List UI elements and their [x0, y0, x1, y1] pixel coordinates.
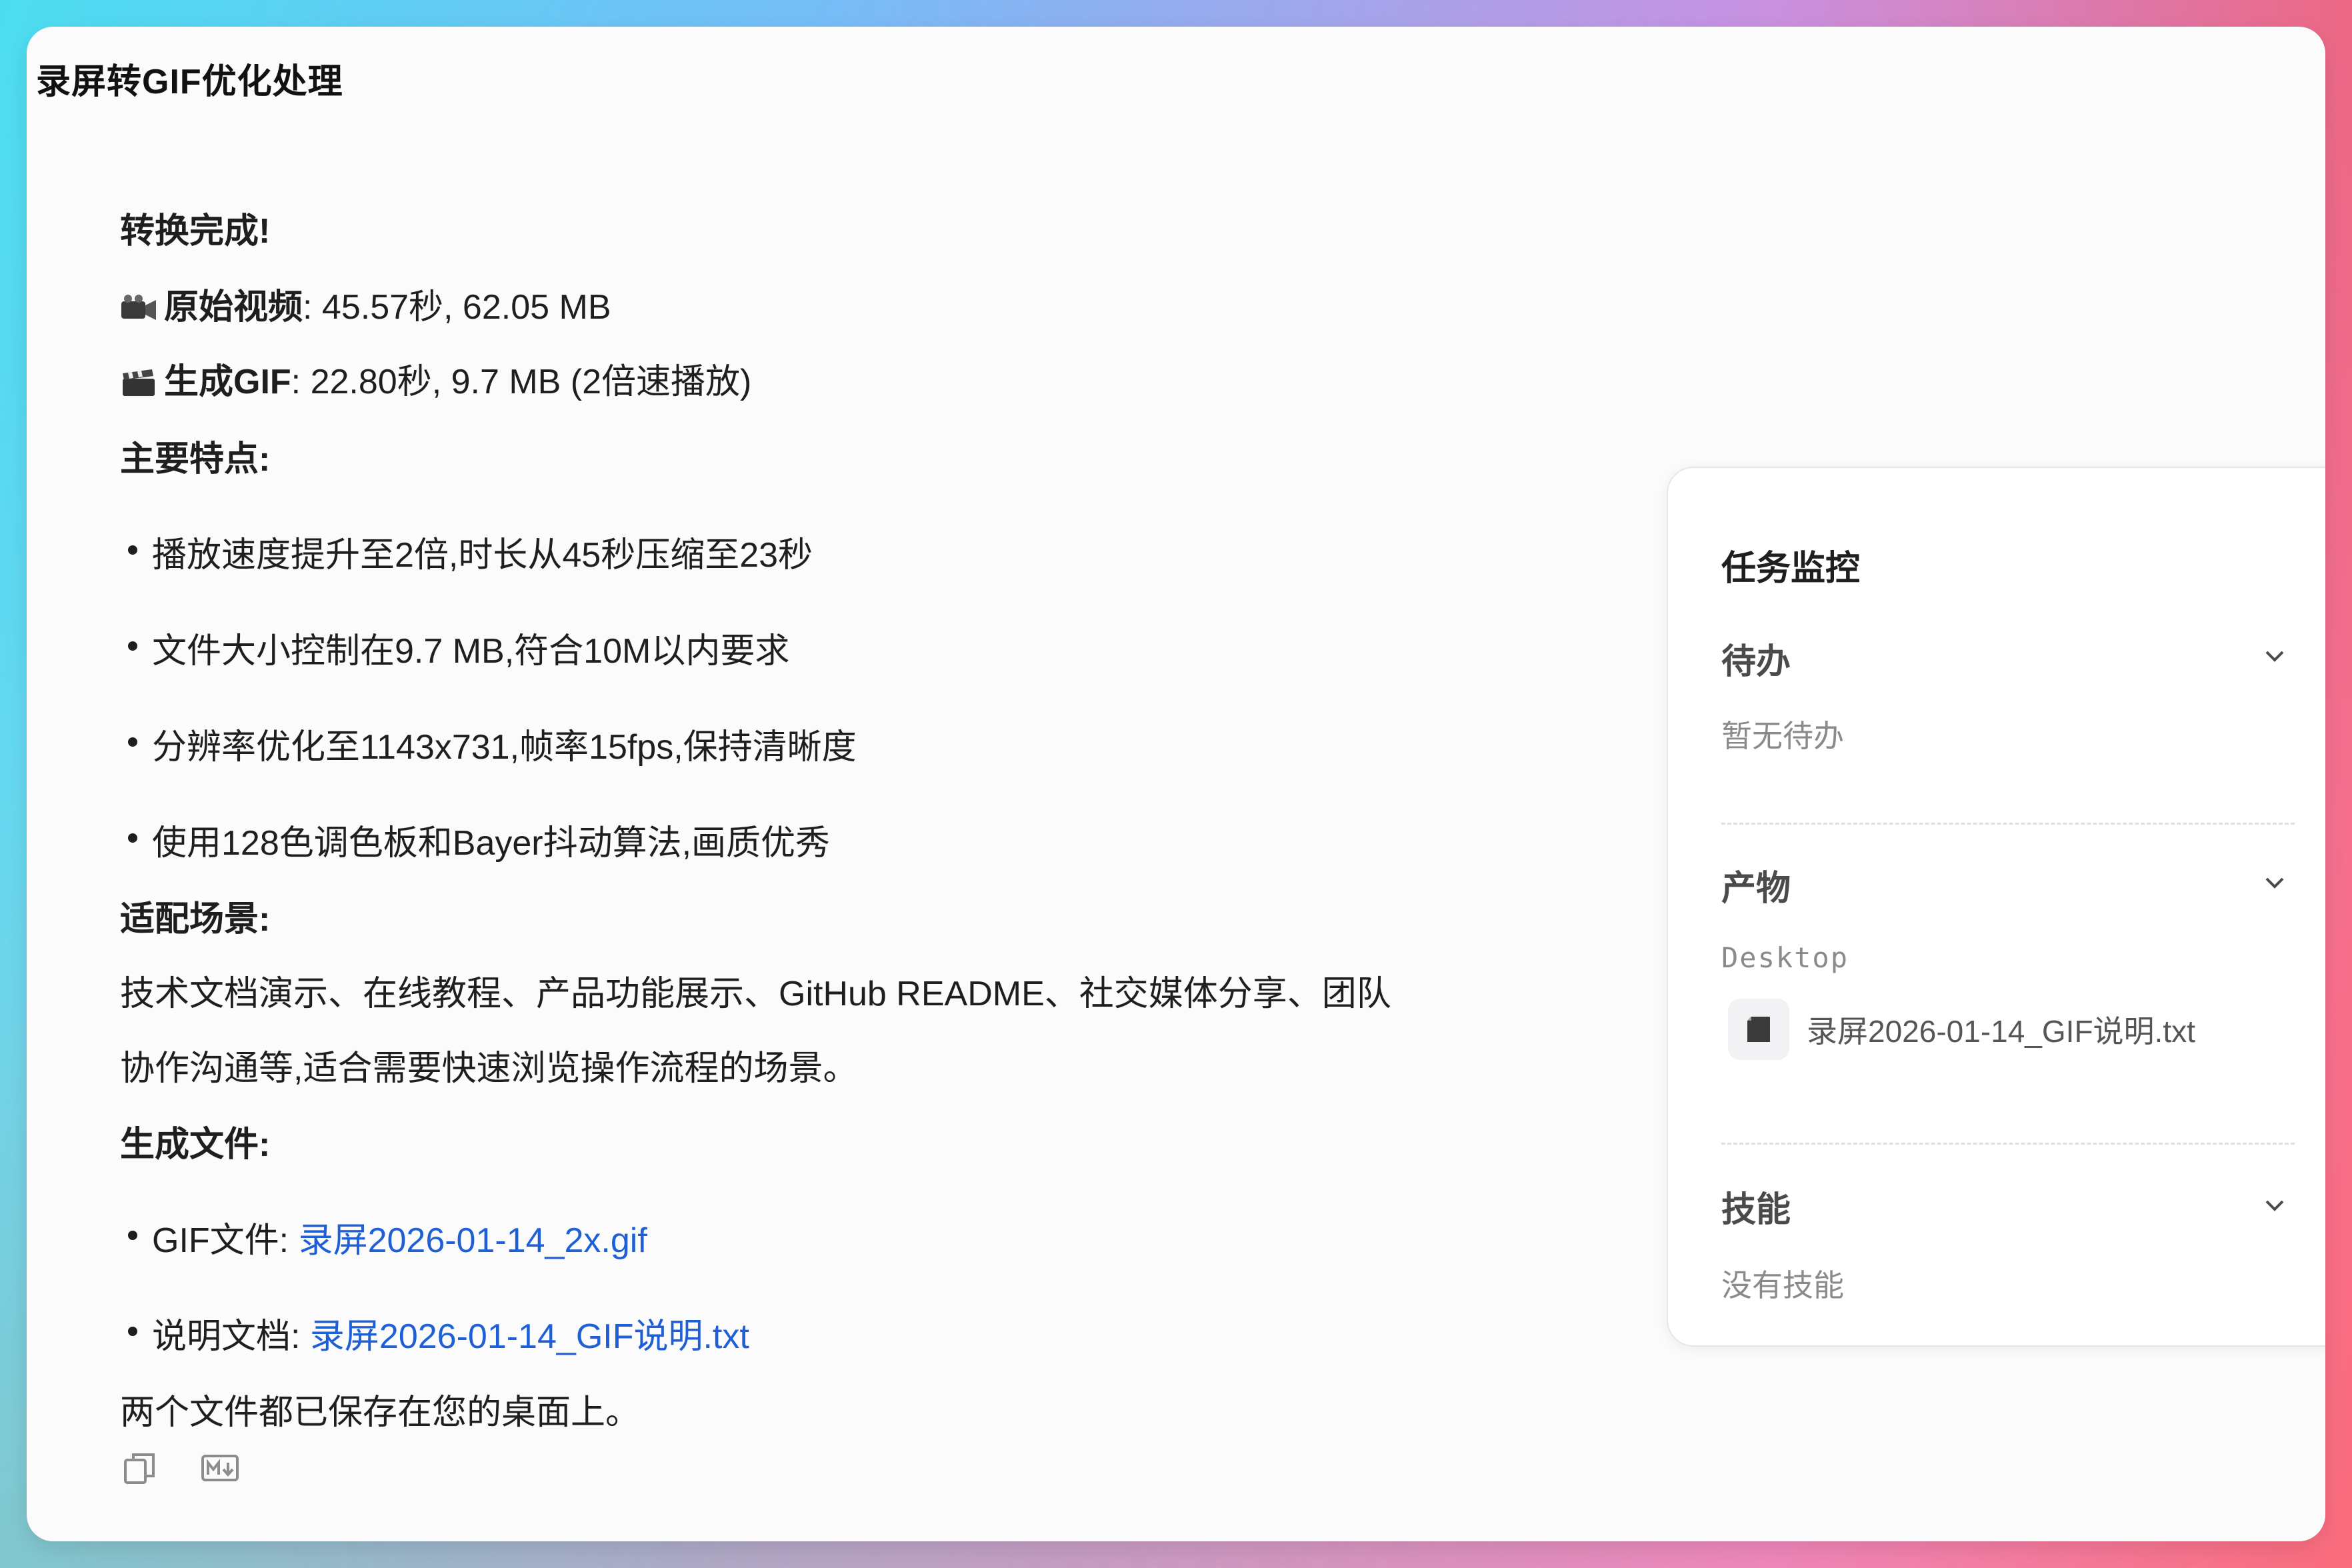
chevron-down-icon[interactable]: [2261, 869, 2288, 896]
chevron-down-icon[interactable]: [2261, 643, 2288, 669]
todo-empty-text: 暂无待办: [1721, 719, 1844, 753]
markdown-icon[interactable]: [200, 1448, 240, 1488]
skills-section-title[interactable]: 技能: [1721, 1181, 1791, 1231]
clapperboard-icon: [123, 369, 155, 396]
panel-title: 任务监控: [1721, 549, 1861, 588]
files-heading: 生成文件:: [120, 1125, 271, 1164]
original-video-label: 原始视频: [164, 288, 303, 327]
feature-item: 文件大小控制在9.7 MB,符合10M以内要求: [127, 623, 789, 673]
gif-value: : 22.80秒, 9.7 MB (2倍速播放): [291, 363, 752, 401]
txt-file-link[interactable]: 录屏2026-01-14_GIF说明.txt: [310, 1317, 749, 1356]
todo-section-title[interactable]: 待办: [1721, 633, 1791, 683]
scenes-heading: 适配场景:: [120, 900, 271, 939]
message-actions: [120, 1448, 240, 1488]
artifact-folder: Desktop: [1721, 941, 1849, 974]
window-title: 录屏转GIF优化处理: [36, 63, 343, 101]
chat-window: 录屏转GIF优化处理 转换完成! 原始视频: 45.57秒, 62.05 MB …: [27, 27, 2325, 1541]
document-icon: [1728, 999, 1789, 1060]
skills-empty-text: 没有技能: [1721, 1268, 1844, 1303]
task-monitor-panel: 任务监控 待办 暂无待办 产物 Desktop 录屏2026-01-14_GIF…: [1667, 467, 2325, 1347]
section-divider: [1721, 1143, 2295, 1145]
features-heading: 主要特点:: [120, 440, 271, 479]
artifact-file-item[interactable]: 录屏2026-01-14_GIF说明.txt: [1728, 999, 2195, 1060]
scenes-text-line2: 协作沟通等,适合需要快速浏览操作流程的场景。: [120, 1049, 858, 1088]
gif-line: 生成GIF: 22.80秒, 9.7 MB (2倍速播放): [120, 353, 751, 403]
scenes-text-line1: 技术文档演示、在线教程、产品功能展示、GitHub README、社交媒体分享、…: [120, 975, 1391, 1013]
feature-item: 播放速度提升至2倍,时长从45秒压缩至23秒: [127, 527, 813, 577]
feature-item: 分辨率优化至1143x731,帧率15fps,保持清晰度: [128, 719, 857, 769]
file-item-gif: GIF文件: 录屏2026-01-14_2x.gif: [128, 1212, 647, 1262]
file-label: GIF文件:: [152, 1221, 299, 1260]
chevron-down-icon[interactable]: [2261, 1192, 2288, 1219]
file-label: 说明文档:: [152, 1317, 310, 1356]
video-camera-icon: [121, 295, 156, 320]
footer-text: 两个文件都已保存在您的桌面上。: [120, 1393, 641, 1432]
file-item-txt: 说明文档: 录屏2026-01-14_GIF说明.txt: [128, 1308, 749, 1358]
artifact-file-name: 录屏2026-01-14_GIF说明.txt: [1807, 1014, 2195, 1049]
gif-file-link[interactable]: 录屏2026-01-14_2x.gif: [299, 1221, 647, 1260]
message-heading: 转换完成!: [120, 212, 271, 251]
artifacts-section-title[interactable]: 产物: [1721, 860, 1791, 910]
feature-item: 使用128色调色板和Bayer抖动算法,画质优秀: [127, 815, 830, 865]
copy-icon[interactable]: [120, 1448, 160, 1488]
gif-label: 生成GIF: [164, 363, 291, 401]
section-divider: [1721, 823, 2295, 825]
original-video-value: : 45.57秒, 62.05 MB: [303, 288, 611, 327]
original-video-line: 原始视频: 45.57秒, 62.05 MB: [120, 279, 611, 329]
